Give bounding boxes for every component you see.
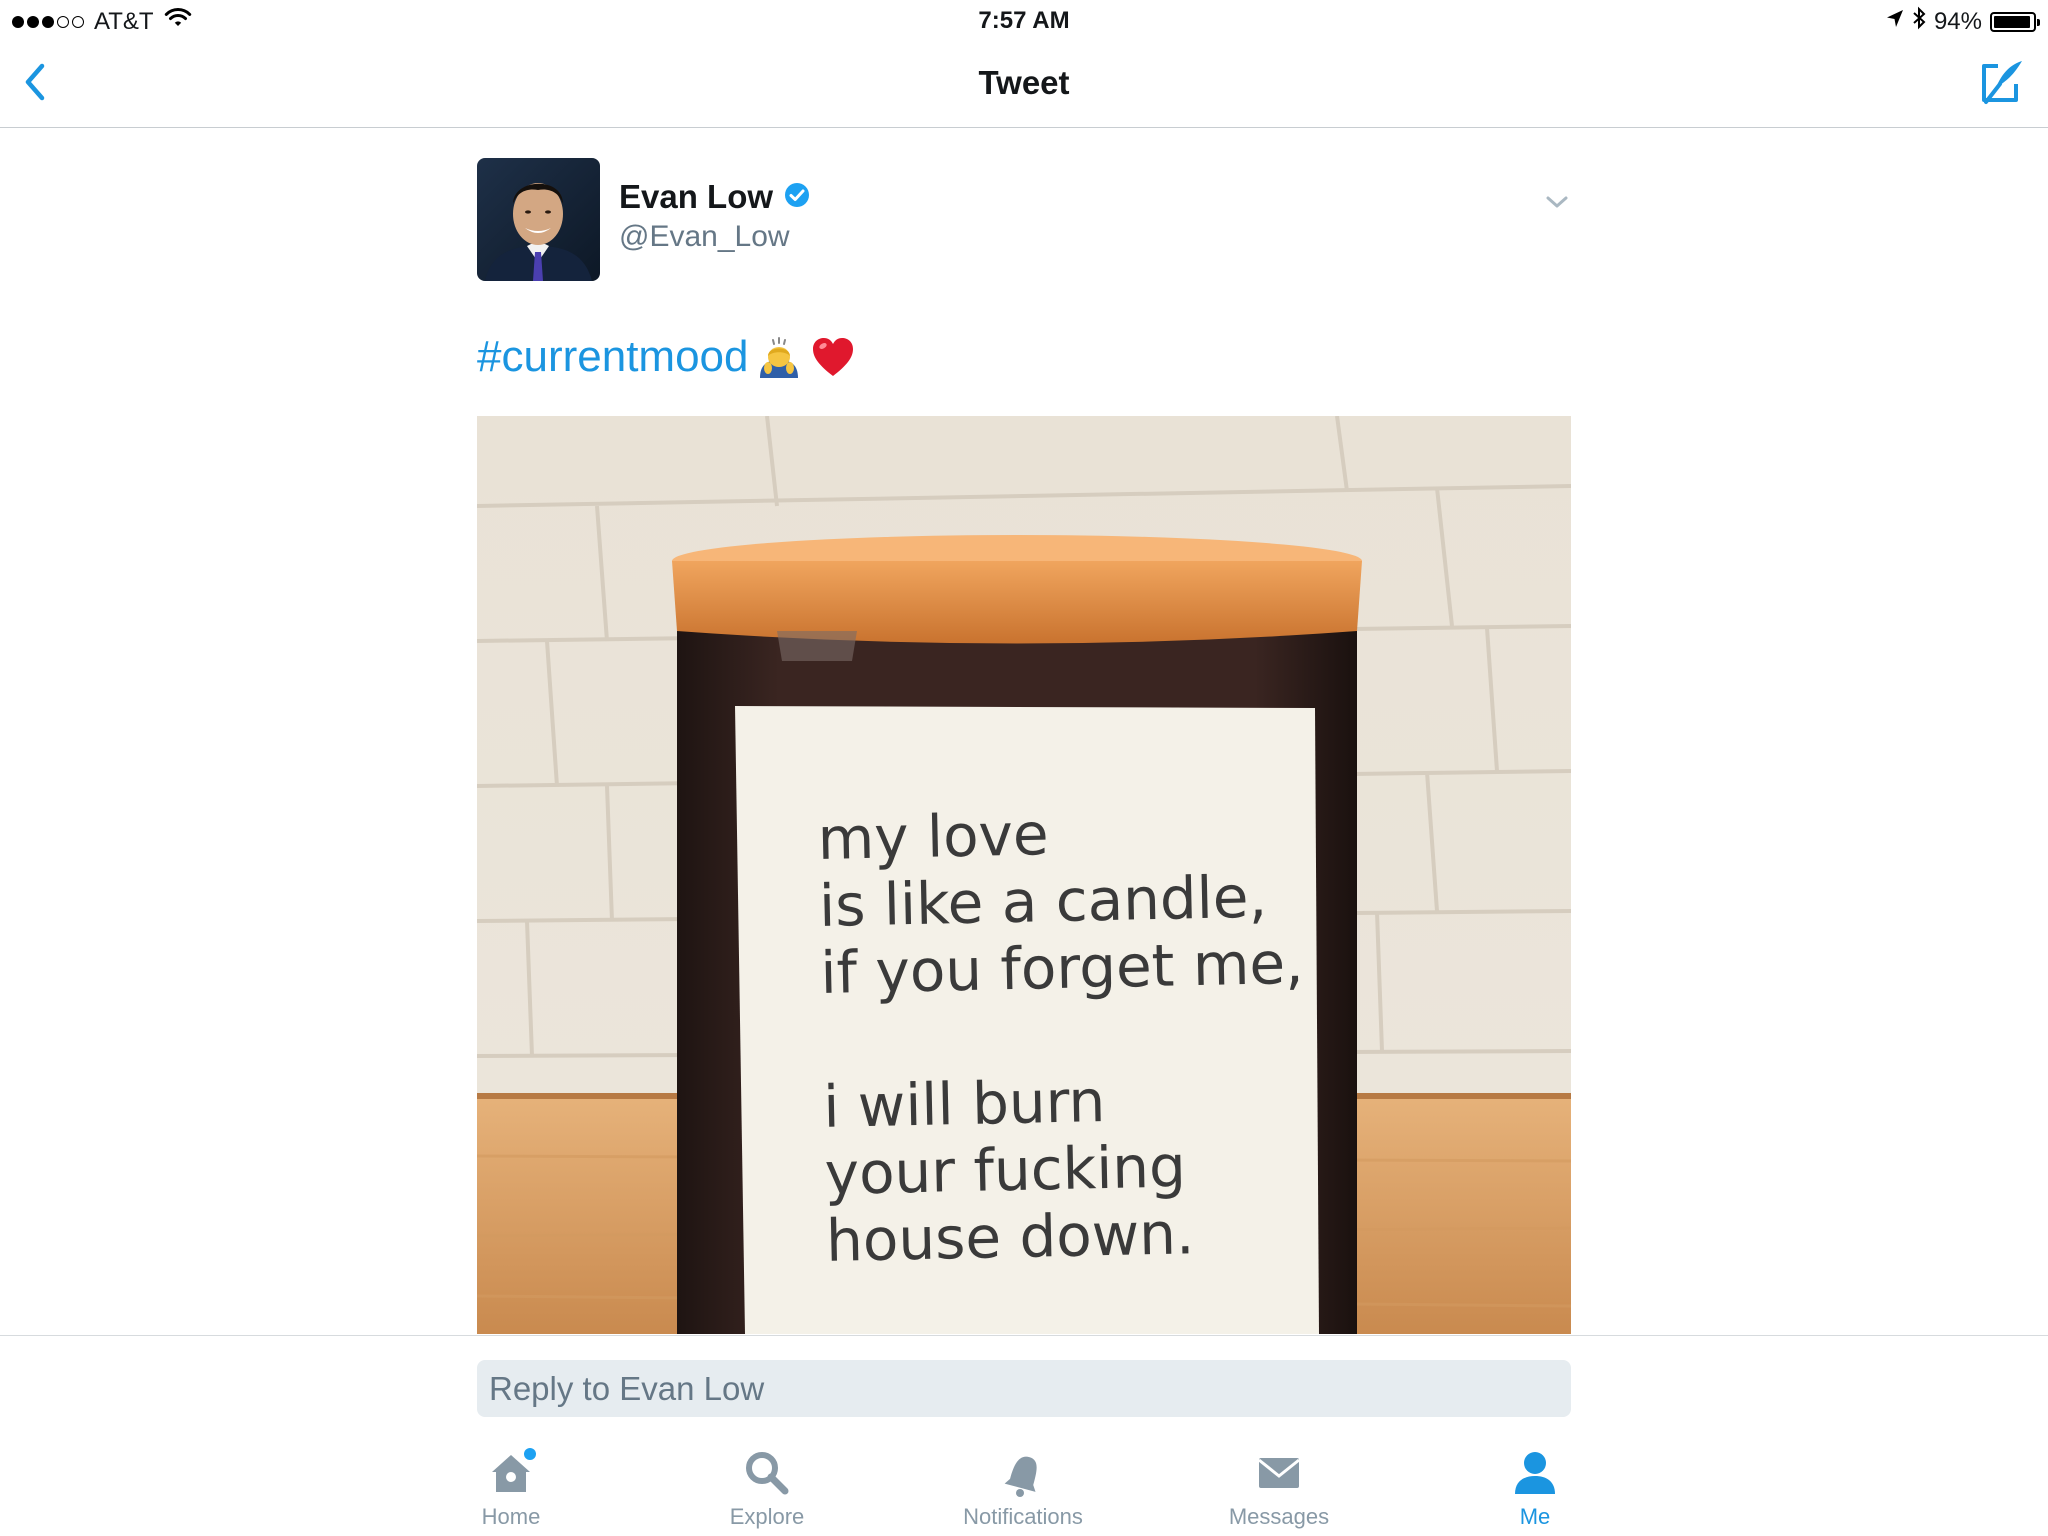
location-arrow-icon (1886, 8, 1904, 36)
app-root: AT&T 7:57 AM 94% Tweet Evan Low @Evan_Lo… (0, 0, 2048, 1536)
nav-bar: Tweet (0, 40, 2048, 128)
tab-messages-label: Messages (1228, 1504, 1330, 1529)
person-bowing-emoji-icon (756, 334, 802, 380)
author-name-row: Evan Low (619, 178, 811, 216)
tab-home[interactable]: Home (411, 1448, 611, 1530)
author-handle[interactable]: @Evan_Low (619, 220, 790, 254)
status-right: 94% (1886, 6, 2040, 37)
hashtag-link[interactable]: #currentmood (477, 332, 748, 382)
bluetooth-icon (1912, 6, 1926, 37)
tab-explore-label: Explore (729, 1504, 805, 1529)
tab-notifications-label: Notifications (963, 1504, 1083, 1529)
home-icon (486, 1448, 536, 1498)
avatar[interactable] (477, 158, 600, 281)
search-icon (742, 1448, 792, 1498)
page-title: Tweet (978, 64, 1070, 101)
tab-me[interactable]: Me (1435, 1448, 1635, 1530)
status-bar: AT&T 7:57 AM 94% (0, 0, 2048, 40)
battery-icon (1990, 11, 2040, 32)
reply-input[interactable] (477, 1360, 1571, 1417)
tab-notifications[interactable]: Notifications (923, 1448, 1123, 1530)
tab-explore[interactable]: Explore (667, 1448, 867, 1530)
bell-icon (998, 1448, 1048, 1498)
compose-tweet-button[interactable] (1978, 58, 2026, 106)
verified-badge-icon (783, 181, 811, 214)
tab-messages[interactable]: Messages (1179, 1448, 1379, 1530)
tab-home-label: Home (481, 1504, 541, 1529)
image-caption-text: my love is like a candle, if you forget … (816, 800, 1305, 1275)
clock: 7:57 AM (978, 7, 1070, 34)
author-name[interactable]: Evan Low (619, 178, 773, 216)
compose-tweet-icon (1982, 61, 2022, 104)
tweet-text: #currentmood (477, 332, 856, 382)
red-heart-emoji-icon (810, 334, 856, 380)
tab-me-label: Me (1519, 1504, 1551, 1529)
battery-percent: 94% (1933, 7, 1982, 35)
home-badge-dot (524, 1448, 536, 1460)
tweet-image[interactable]: my love is like a candle, if you forget … (477, 416, 1571, 1334)
person-icon (1510, 1448, 1560, 1498)
chevron-down-icon (1546, 196, 1568, 208)
tweet-options-button[interactable] (1543, 188, 1571, 216)
envelope-icon (1254, 1448, 1304, 1498)
